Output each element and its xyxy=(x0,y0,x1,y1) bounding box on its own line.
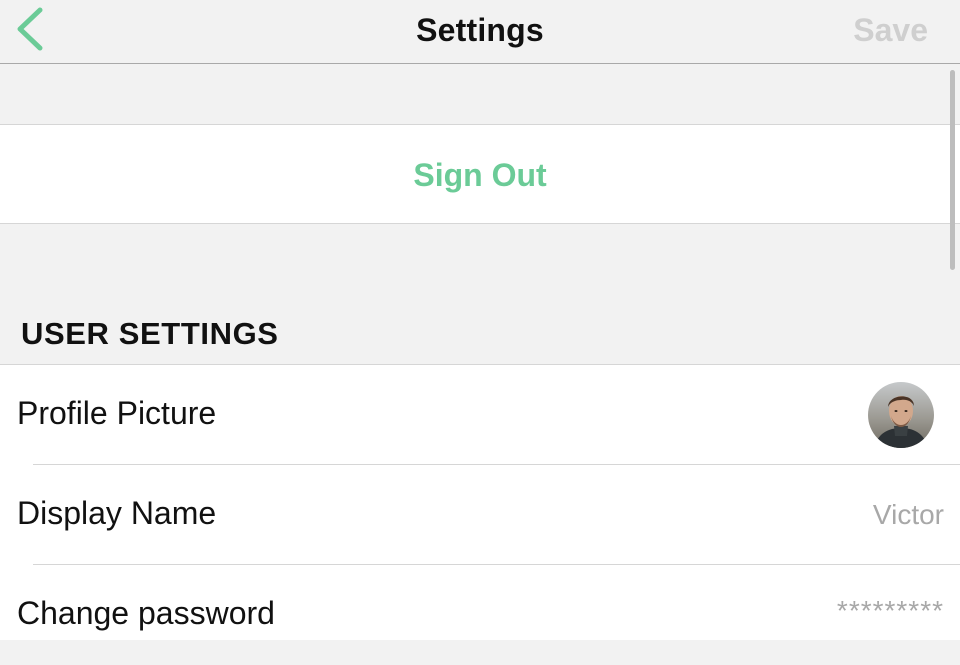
profile-picture-row[interactable]: Profile Picture xyxy=(0,365,960,465)
section-spacer xyxy=(0,64,960,124)
page-title: Settings xyxy=(416,12,544,48)
save-button[interactable]: Save xyxy=(853,12,928,49)
section-header-user-settings: USER SETTINGS xyxy=(21,316,279,351)
user-settings-list: Profile Picture Display Name Victor Chan… xyxy=(0,364,960,640)
display-name-row[interactable]: Display Name Victor xyxy=(0,465,960,565)
sign-out-label: Sign Out xyxy=(413,156,547,193)
row-label: Display Name xyxy=(17,495,217,531)
sign-out-button[interactable]: Sign Out xyxy=(0,124,960,224)
display-name-value: Victor xyxy=(872,499,944,530)
scrollbar[interactable] xyxy=(950,70,955,270)
navigation-bar: Settings Save xyxy=(0,0,960,64)
avatar xyxy=(868,382,934,448)
change-password-row[interactable]: Change password ********* xyxy=(0,565,960,665)
row-label: Profile Picture xyxy=(17,395,217,431)
password-mask-value: ********* xyxy=(836,595,944,626)
row-label: Change password xyxy=(17,595,275,631)
